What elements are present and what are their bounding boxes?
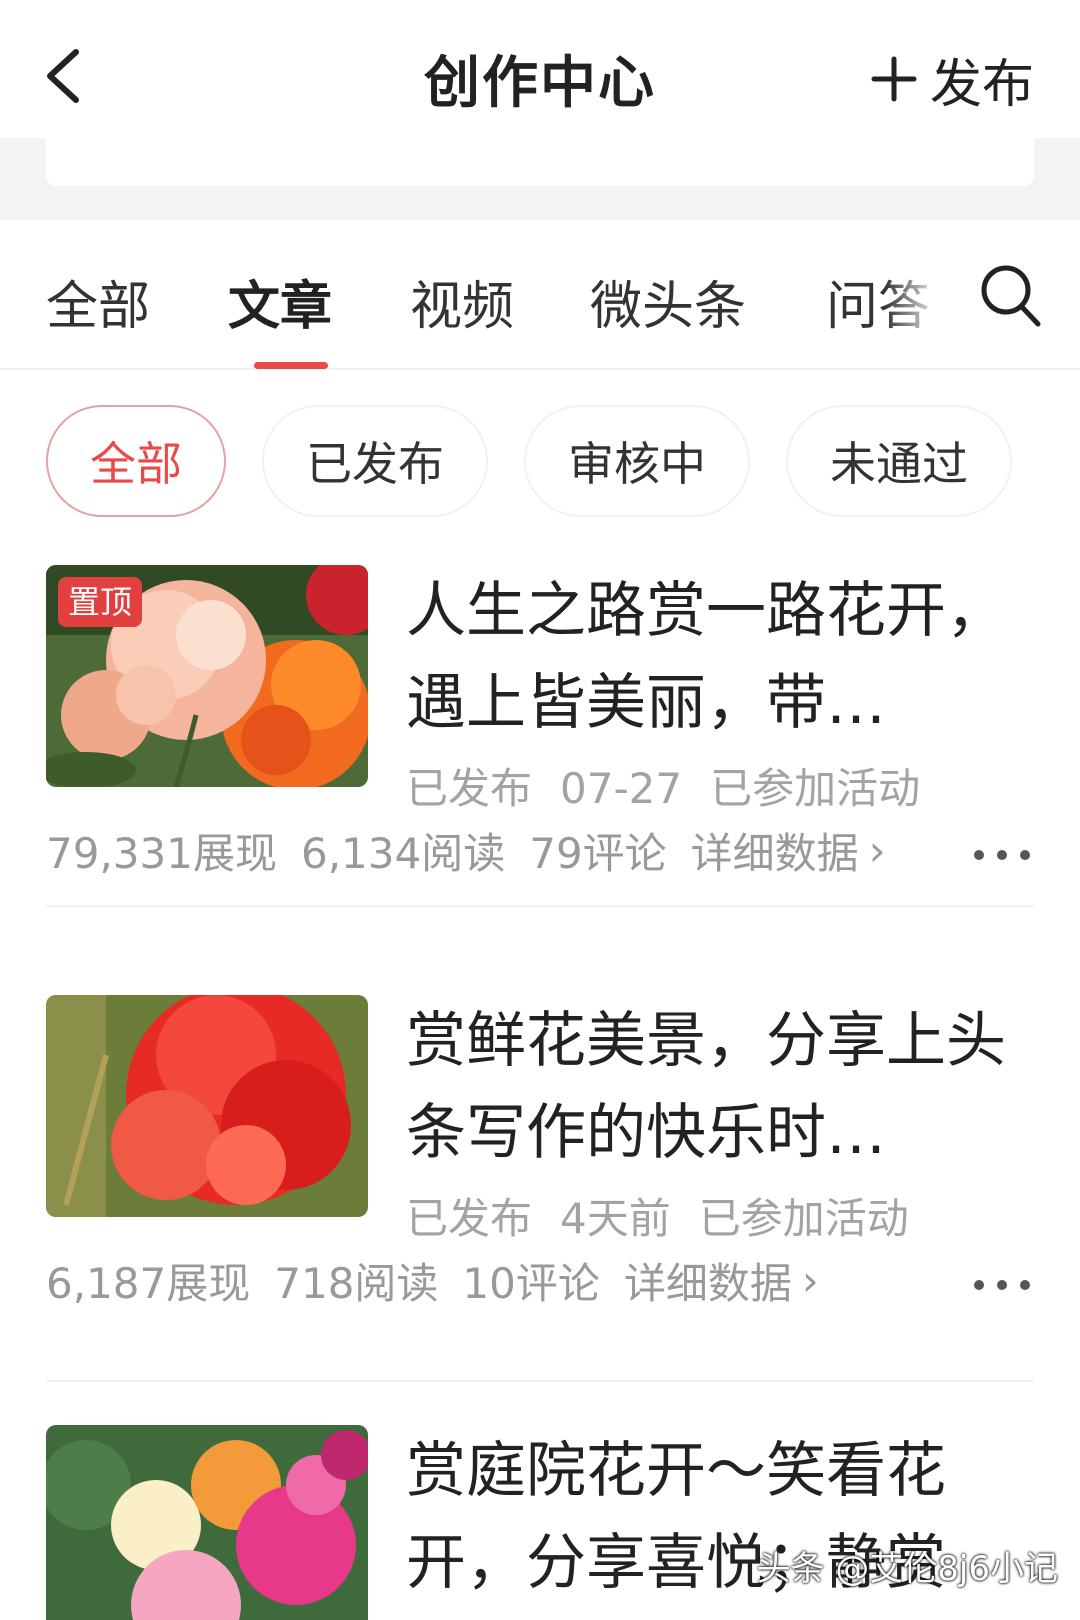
article-card[interactable]: 置顶 人生之路赏一路花开，遇上皆美丽，带… 已发布 07-27 已参加活动 79,3… (0, 565, 1080, 995)
tab-videos[interactable]: 视频 (410, 264, 514, 339)
tab-scroll-fade (885, 250, 955, 340)
creation-center-page: 创作中心 发布 全部 文章 视频 微头条 问答 全部 已发布 审核中 未通过 置… (0, 0, 1080, 1620)
article-thumbnail[interactable] (46, 1425, 368, 1620)
header-separator (0, 138, 1080, 220)
card-divider (46, 905, 1034, 907)
article-status: 已发布 (406, 764, 533, 813)
comments-count: 10评论 (462, 1259, 600, 1308)
filter-published[interactable]: 已发布 (262, 405, 488, 517)
comments-count: 79评论 (529, 829, 667, 878)
article-title[interactable]: 人生之路赏一路花开，遇上皆美丽，带… (406, 565, 1036, 749)
detail-data-link[interactable]: 详细数据 (624, 1250, 792, 1311)
card-divider (46, 1380, 1034, 1382)
search-icon (981, 265, 1041, 327)
flower-thumbnail-image (46, 995, 368, 1217)
content-tabs: 全部 文章 视频 微头条 问答 (0, 220, 1080, 370)
filter-all[interactable]: 全部 (46, 405, 226, 517)
pinned-badge: 置顶 (58, 577, 143, 627)
top-bar: 创作中心 发布 (0, 0, 1080, 138)
article-activity: 已参加活动 (710, 764, 921, 813)
tab-micro-headlines[interactable]: 微头条 (590, 264, 746, 339)
tab-all[interactable]: 全部 (46, 264, 150, 339)
reads-count: 6,134阅读 (300, 829, 506, 878)
summary-card (46, 138, 1034, 186)
impressions-count: 6,187展现 (46, 1259, 251, 1308)
article-meta: 已发布 4天前 已参加活动 (406, 1185, 937, 1246)
more-dots-icon[interactable] (974, 845, 1030, 865)
article-stats: 79,331展现 6,134阅读 79评论 详细数据 › (46, 820, 909, 881)
plus-icon (871, 56, 917, 102)
tab-articles[interactable]: 文章 (228, 264, 332, 339)
article-thumbnail[interactable]: 置顶 (46, 565, 368, 787)
detail-data-link[interactable]: 详细数据 (691, 820, 859, 881)
more-dots-icon[interactable] (974, 1275, 1030, 1295)
article-card[interactable]: 赏庭院花开～笑看花开，分享喜悦；静赏 (0, 1425, 1080, 1620)
publish-button[interactable]: 发布 (870, 44, 1034, 115)
watermark: 头条 @艾伦8j6小记 (756, 1549, 1058, 1589)
filter-under-review[interactable]: 审核中 (524, 405, 750, 517)
active-tab-indicator (254, 362, 328, 369)
article-stats: 6,187展现 718阅读 10评论 详细数据 › (46, 1250, 843, 1311)
article-activity: 已参加活动 (698, 1194, 909, 1243)
article-date: 4天前 (560, 1194, 671, 1243)
article-thumbnail[interactable] (46, 995, 368, 1217)
publish-label: 发布 (929, 54, 1034, 115)
article-card[interactable]: 赏鲜花美景，分享上头条写作的快乐时… 已发布 4天前 已参加活动 6,187展现 7… (0, 995, 1080, 1425)
search-button[interactable] (978, 260, 1044, 330)
reads-count: 718阅读 (274, 1259, 439, 1308)
article-date: 07-27 (560, 764, 683, 813)
article-meta: 已发布 07-27 已参加活动 (406, 755, 948, 816)
filter-rejected[interactable]: 未通过 (786, 405, 1012, 517)
impressions-count: 79,331展现 (46, 829, 277, 878)
chevron-right-icon: › (801, 1256, 819, 1305)
article-title[interactable]: 赏鲜花美景，分享上头条写作的快乐时… (406, 995, 1036, 1179)
article-status: 已发布 (406, 1194, 533, 1243)
chevron-right-icon: › (868, 826, 886, 875)
flower-thumbnail-image (46, 1425, 368, 1620)
